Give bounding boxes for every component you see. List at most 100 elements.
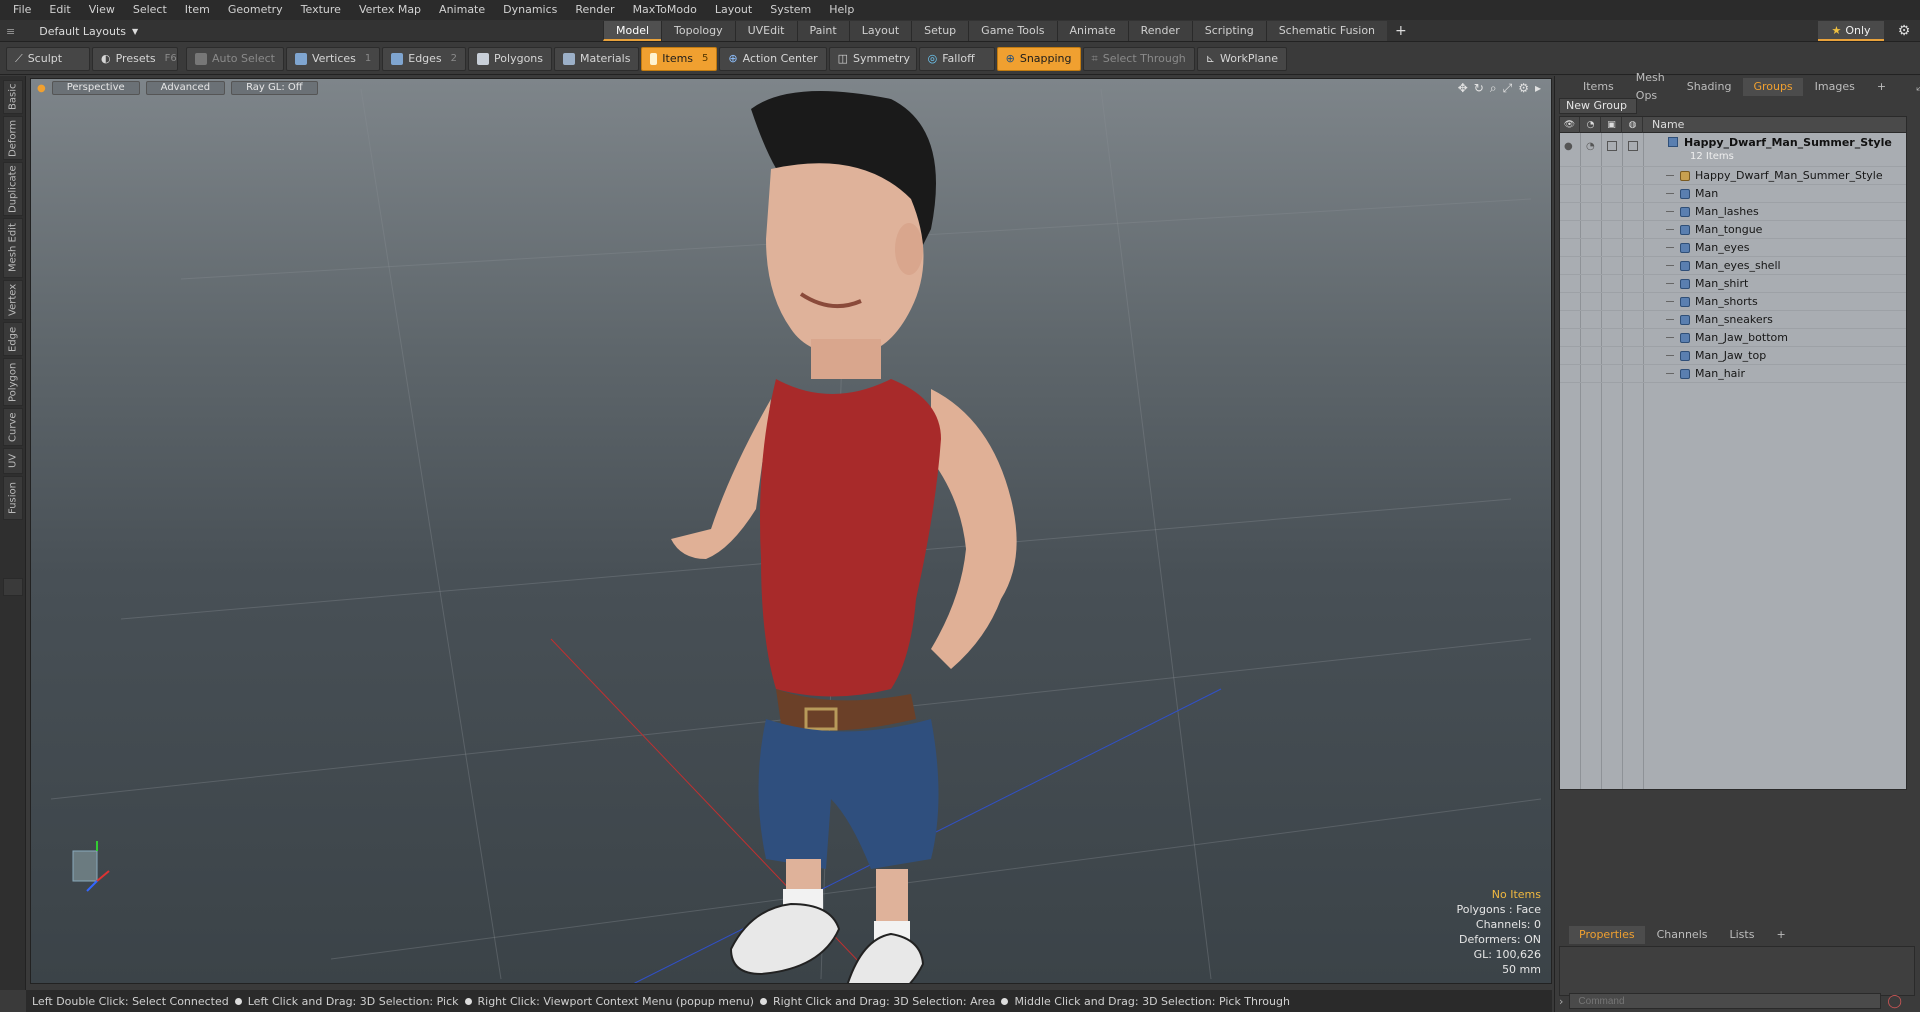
list-item[interactable]: Man_shorts: [1560, 293, 1906, 311]
tab-schematic-fusion[interactable]: Schematic Fusion: [1265, 21, 1388, 41]
status-hint-3: Right Click: Viewport Context Menu (popu…: [477, 994, 754, 1008]
add-tab-icon[interactable]: +: [1766, 926, 1795, 944]
menu-system[interactable]: System: [761, 0, 820, 20]
tab-lists[interactable]: Lists: [1720, 926, 1765, 944]
gear-icon[interactable]: ⚙: [1893, 21, 1915, 41]
group-row[interactable]: ● ◔ Happy_Dwarf_Man_Summer_Style 12 Item…: [1560, 135, 1906, 167]
tab-layout[interactable]: Layout: [848, 21, 912, 41]
tab-game-tools[interactable]: Game Tools: [968, 21, 1057, 41]
menu-layout[interactable]: Layout: [706, 0, 761, 20]
mesh-icon: [1680, 207, 1690, 217]
layout-dropdown[interactable]: ≡ Default Layouts ▼: [6, 20, 138, 42]
list-item[interactable]: Man_eyes: [1560, 239, 1906, 257]
edges-button[interactable]: Edges 2: [382, 46, 467, 71]
tab-deform[interactable]: Deform: [3, 116, 23, 160]
materials-label: Materials: [580, 52, 631, 65]
render-column-icon[interactable]: ◔: [1581, 117, 1601, 133]
menu-view[interactable]: View: [80, 0, 124, 20]
add-tab-icon[interactable]: +: [1387, 21, 1415, 41]
tab-vertex[interactable]: Vertex: [3, 280, 23, 320]
tab-images[interactable]: Images: [1805, 78, 1865, 96]
polygons-label: Polygons: [494, 52, 543, 65]
action-center-button[interactable]: ⊕ Action Center: [719, 46, 827, 71]
select-checkbox[interactable]: [1628, 141, 1638, 151]
presets-label: Presets: [115, 52, 156, 65]
menu-vertex-map[interactable]: Vertex Map: [350, 0, 430, 20]
items-button[interactable]: Items 5: [641, 46, 718, 71]
list-item[interactable]: Man_Jaw_top: [1560, 347, 1906, 365]
tab-uvedit[interactable]: UVEdit: [734, 21, 797, 41]
lock-column-icon[interactable]: ▣: [1602, 117, 1622, 133]
workplane-button[interactable]: ⊾ WorkPlane: [1196, 46, 1288, 71]
tab-groups[interactable]: Groups: [1743, 78, 1803, 96]
menu-animate[interactable]: Animate: [430, 0, 494, 20]
tab-mesh-edit[interactable]: Mesh Edit: [3, 218, 23, 278]
only-button[interactable]: ★ Only: [1818, 21, 1884, 41]
list-item[interactable]: Man: [1560, 185, 1906, 203]
visibility-column-icon[interactable]: 👁: [1560, 117, 1580, 133]
tab-properties[interactable]: Properties: [1569, 926, 1645, 944]
tab-polygon[interactable]: Polygon: [3, 358, 23, 406]
symmetry-button[interactable]: ◫ Symmetry: [828, 46, 917, 71]
add-tab-icon[interactable]: +: [1867, 78, 1896, 96]
character-model[interactable]: [671, 91, 1017, 984]
materials-button[interactable]: Materials: [554, 46, 640, 71]
menu-file[interactable]: File: [4, 0, 40, 20]
tab-shading[interactable]: Shading: [1677, 78, 1742, 96]
vertices-button[interactable]: Vertices 1: [285, 46, 381, 71]
menu-edit[interactable]: Edit: [40, 0, 79, 20]
command-input[interactable]: [1569, 993, 1882, 1009]
tab-channels[interactable]: Channels: [1647, 926, 1718, 944]
menu-item[interactable]: Item: [176, 0, 219, 20]
tab-scripting[interactable]: Scripting: [1191, 21, 1266, 41]
tab-uv[interactable]: UV: [3, 448, 23, 474]
menu-help[interactable]: Help: [820, 0, 863, 20]
snapping-button[interactable]: ⊕ Snapping: [996, 46, 1081, 71]
list-item[interactable]: Man_lashes: [1560, 203, 1906, 221]
list-item[interactable]: Man_shirt: [1560, 275, 1906, 293]
groups-list[interactable]: 👁 ◔ ▣ ◍ Name ● ◔ Happy_Dwarf_Man_Summer_…: [1559, 116, 1907, 790]
tab-render[interactable]: Render: [1127, 21, 1192, 41]
list-item[interactable]: Happy_Dwarf_Man_Summer_Style: [1560, 167, 1906, 185]
tab-animate[interactable]: Animate: [1056, 21, 1128, 41]
tab-items[interactable]: Items: [1573, 78, 1624, 96]
status-hint-5: Middle Click and Drag: 3D Selection: Pic…: [1014, 994, 1290, 1008]
menu-maxtomodo[interactable]: MaxToModo: [624, 0, 706, 20]
menu-render[interactable]: Render: [566, 0, 623, 20]
polygons-button[interactable]: Polygons: [468, 46, 552, 71]
list-item[interactable]: Man_sneakers: [1560, 311, 1906, 329]
name-column-header[interactable]: Name: [1652, 117, 1684, 133]
auto-select-button[interactable]: Auto Select: [186, 46, 284, 71]
list-item[interactable]: Man_eyes_shell: [1560, 257, 1906, 275]
lock-checkbox[interactable]: [1607, 141, 1617, 151]
panel-toggle-icon[interactable]: [3, 578, 23, 596]
tab-model[interactable]: Model: [603, 21, 662, 41]
list-item[interactable]: Man_tongue: [1560, 221, 1906, 239]
tab-setup[interactable]: Setup: [911, 21, 969, 41]
tab-duplicate[interactable]: Duplicate: [3, 162, 23, 216]
render-toggle-icon[interactable]: ◔: [1586, 141, 1595, 152]
menu-dynamics[interactable]: Dynamics: [494, 0, 566, 20]
tab-fusion[interactable]: Fusion: [3, 476, 23, 520]
sculpt-button[interactable]: ⟋ Sculpt: [6, 46, 90, 71]
list-item[interactable]: Man_hair: [1560, 365, 1906, 383]
command-history-icon[interactable]: ◯: [1887, 994, 1902, 1009]
menu-geometry[interactable]: Geometry: [219, 0, 292, 20]
menu-select[interactable]: Select: [124, 0, 176, 20]
select-through-button[interactable]: ⌗ Select Through: [1082, 46, 1195, 71]
tab-topology[interactable]: Topology: [661, 21, 735, 41]
presets-button[interactable]: ◐ Presets F6: [92, 46, 178, 71]
tab-basic[interactable]: Basic: [3, 80, 23, 114]
expand-panel-icon[interactable]: ⤢: [1906, 78, 1920, 96]
falloff-button[interactable]: ◎ Falloff: [918, 46, 995, 71]
select-column-icon[interactable]: ◍: [1623, 117, 1643, 133]
3d-viewport[interactable]: ● Perspective Advanced Ray GL: Off ✥ ↻ ⌕…: [30, 78, 1552, 984]
snapping-icon: ⊕: [1005, 52, 1015, 65]
menu-texture[interactable]: Texture: [292, 0, 350, 20]
tab-edge[interactable]: Edge: [3, 322, 23, 356]
list-item[interactable]: Man_Jaw_bottom: [1560, 329, 1906, 347]
tab-paint[interactable]: Paint: [796, 21, 849, 41]
new-group-button[interactable]: New Group: [1559, 98, 1637, 114]
eye-icon[interactable]: ●: [1564, 141, 1573, 152]
tab-curve[interactable]: Curve: [3, 408, 23, 446]
